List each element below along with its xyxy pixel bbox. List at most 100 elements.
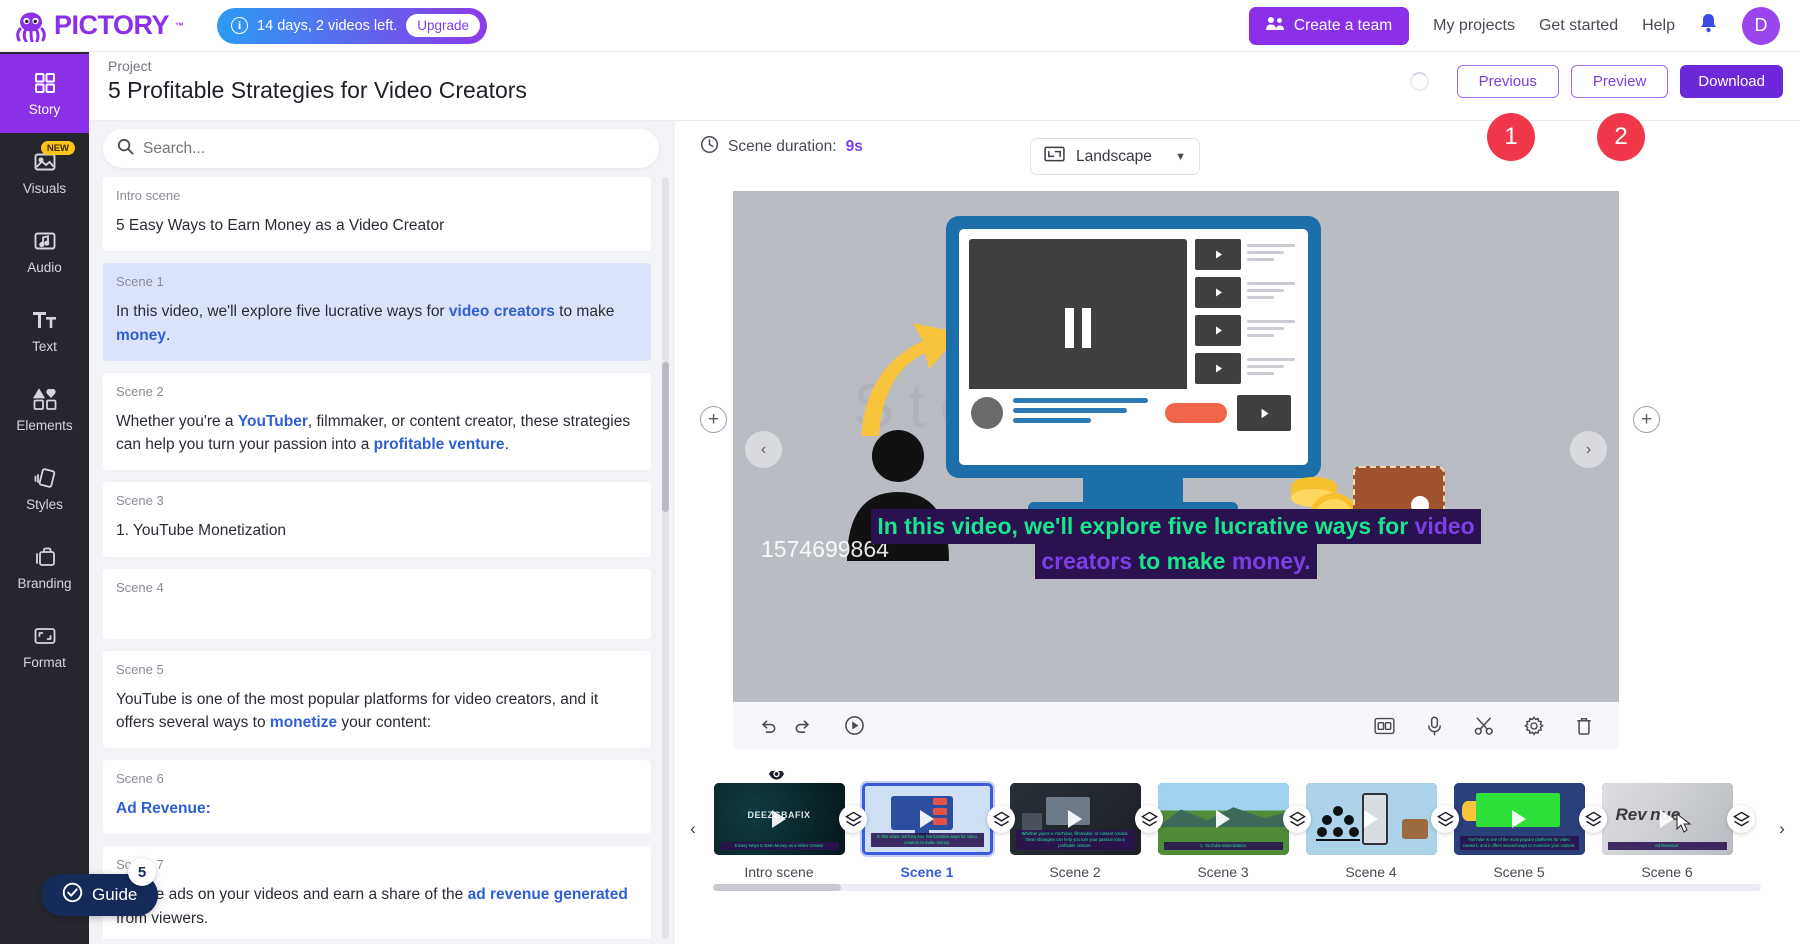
sidebar-item-branding[interactable]: Branding — [0, 528, 89, 607]
transition-button[interactable] — [839, 805, 867, 833]
sidebar-label-visuals: Visuals — [23, 181, 66, 196]
help-link[interactable]: Help — [1642, 17, 1675, 35]
captions-icon[interactable] — [1367, 709, 1401, 743]
add-scene-before-button[interactable]: + — [700, 406, 727, 433]
caption-line2-purple: creators — [1041, 548, 1132, 574]
scene-text[interactable]: Enable ads on your videos and earn a sha… — [116, 883, 638, 930]
sidebar-item-format[interactable]: Format — [0, 607, 89, 686]
timeline-next-button[interactable]: › — [1772, 819, 1792, 839]
notification-bell-icon[interactable] — [1699, 13, 1718, 39]
text-icon — [32, 307, 58, 333]
sidebar-label-format: Format — [23, 655, 66, 670]
download-button[interactable]: Download — [1680, 65, 1783, 98]
aspect-ratio-value: Landscape — [1076, 148, 1152, 166]
header-action-buttons: Previous Preview Download — [1410, 65, 1783, 98]
timeline-thumbnail[interactable]: 1. YouTube Monetization — [1158, 783, 1289, 855]
sidebar-item-story[interactable]: Story — [0, 54, 89, 133]
transition-button[interactable] — [1727, 805, 1755, 833]
scene-text[interactable]: 5 Easy Ways to Earn Money as a Video Cre… — [116, 214, 638, 237]
upgrade-button[interactable]: Upgrade — [406, 14, 480, 37]
timeline-item[interactable]: YouTube is one of the most popular platf… — [1445, 771, 1593, 880]
project-header: Project 5 Profitable Strategies for Vide… — [89, 52, 1800, 121]
step-badge-1: 1 — [1487, 113, 1535, 161]
sidebar-item-styles[interactable]: Styles — [0, 449, 89, 528]
sidebar-item-visuals[interactable]: NEW Visuals — [0, 133, 89, 212]
search-input[interactable] — [143, 140, 645, 158]
brand-logo[interactable]: PICTORY ™ — [14, 10, 184, 42]
timeline-item[interactable]: DEEZGBAFIX5 Easy Ways to Earn Money as a… — [705, 771, 853, 880]
timeline-thumbnail[interactable]: In this video, we'll explore five lucrat… — [862, 783, 993, 855]
scene-text[interactable]: YouTube is one of the most popular platf… — [116, 688, 638, 735]
scene-card[interactable]: Scene 4 — [103, 569, 651, 639]
timeline-thumbnail[interactable]: Whether you're a YouTuber, filmmaker, or… — [1010, 783, 1141, 855]
script-scrollbar[interactable] — [662, 177, 669, 939]
preview-area: Scene duration: 9s Landscape ▼ Storybloc… — [675, 121, 1800, 944]
redo-icon[interactable] — [785, 709, 819, 743]
step-badge-2: 2 — [1597, 113, 1645, 161]
trash-icon[interactable] — [1567, 709, 1601, 743]
scene-card[interactable]: Intro scene5 Easy Ways to Earn Money as … — [103, 177, 651, 251]
microphone-icon[interactable] — [1417, 709, 1451, 743]
script-scrollbar-thumb[interactable] — [662, 362, 669, 512]
timeline-item[interactable]: 1. YouTube MonetizationScene 3 — [1149, 771, 1297, 880]
trial-status-pill: i 14 days, 2 videos left. Upgrade — [217, 8, 487, 44]
scene-card[interactable]: Scene 5YouTube is one of the most popula… — [103, 651, 651, 749]
scene-text[interactable]: 1. YouTube Monetization — [116, 519, 638, 542]
timeline-scrollbar-thumb[interactable] — [713, 884, 841, 891]
aspect-ratio-select[interactable]: Landscape ▼ — [1030, 138, 1200, 175]
sidebar-item-audio[interactable]: Audio — [0, 212, 89, 291]
timeline-strip[interactable]: DEEZGBAFIX5 Easy Ways to Earn Money as a… — [705, 771, 1770, 893]
sidebar-label-story: Story — [29, 102, 61, 117]
scene-card[interactable]: Scene 31. YouTube Monetization — [103, 482, 651, 556]
timeline-item[interactable]: Rev nueAd Revenue:Scene 6 — [1593, 771, 1741, 880]
transition-button[interactable] — [1135, 805, 1163, 833]
transition-button[interactable] — [1283, 805, 1311, 833]
scene-text[interactable]: In this video, we'll explore five lucrat… — [116, 300, 638, 347]
video-canvas[interactable]: Storyblocks — [733, 191, 1619, 702]
left-sidebar: Story NEW Visuals A — [0, 52, 89, 944]
transition-button[interactable] — [987, 805, 1015, 833]
timeline-item[interactable]: Scene 4 — [1297, 771, 1445, 880]
trademark-symbol: ™ — [175, 21, 184, 31]
timeline-prev-button[interactable]: ‹ — [683, 819, 703, 839]
create-team-button[interactable]: Create a team — [1249, 7, 1409, 45]
search-box[interactable] — [103, 129, 659, 168]
gear-icon[interactable] — [1517, 709, 1551, 743]
scene-card[interactable]: Scene 6Ad Revenue: — [103, 760, 651, 834]
scene-text[interactable]: Ad Revenue: — [116, 797, 638, 820]
monitor-illustration — [946, 216, 1321, 478]
transition-button[interactable] — [1431, 805, 1459, 833]
timeline-thumbnail[interactable]: YouTube is one of the most popular platf… — [1454, 783, 1585, 855]
transition-button[interactable] — [1579, 805, 1607, 833]
play-icon[interactable] — [837, 709, 871, 743]
prev-scene-arrow[interactable]: ‹ — [745, 431, 782, 468]
scene-card[interactable]: Scene 1In this video, we'll explore five… — [103, 263, 651, 361]
app-root: PICTORY ™ i 14 days, 2 videos left. Upgr… — [0, 0, 1800, 944]
next-scene-arrow[interactable]: › — [1570, 431, 1607, 468]
timeline-thumbnail[interactable] — [1306, 783, 1437, 855]
add-scene-after-button[interactable]: + — [1633, 406, 1660, 433]
preview-button[interactable]: Preview — [1571, 65, 1668, 98]
scene-list[interactable]: Intro scene5 Easy Ways to Earn Money as … — [103, 177, 668, 939]
timeline-item[interactable]: Whether you're a YouTuber, filmmaker, or… — [1001, 771, 1149, 880]
sidebar-item-text[interactable]: Text — [0, 291, 89, 370]
scene-text[interactable] — [116, 606, 638, 625]
timeline-thumbnail[interactable]: DEEZGBAFIX5 Easy Ways to Earn Money as a… — [714, 783, 845, 855]
list-item — [1195, 239, 1300, 270]
scene-card[interactable]: Scene 7Enable ads on your videos and ear… — [103, 846, 651, 939]
timeline-scrollbar[interactable] — [713, 884, 1761, 891]
timeline-item[interactable]: In this video, we'll explore five lucrat… — [853, 771, 1001, 880]
timeline-thumbnail[interactable]: Rev nueAd Revenue: — [1602, 783, 1733, 855]
subscribe-button-mock — [1165, 403, 1227, 423]
get-started-link[interactable]: Get started — [1539, 17, 1618, 35]
scissors-icon[interactable] — [1467, 709, 1501, 743]
sidebar-item-elements[interactable]: Elements — [0, 370, 89, 449]
user-avatar[interactable]: D — [1742, 7, 1780, 45]
scene-text[interactable]: Whether you're a YouTuber, filmmaker, or… — [116, 410, 638, 457]
my-projects-link[interactable]: My projects — [1433, 17, 1515, 35]
undo-icon[interactable] — [751, 709, 785, 743]
play-icon — [920, 810, 934, 828]
trial-text: 14 days, 2 videos left. — [257, 18, 397, 34]
scene-card[interactable]: Scene 2Whether you're a YouTuber, filmma… — [103, 373, 651, 471]
previous-button[interactable]: Previous — [1457, 65, 1559, 98]
